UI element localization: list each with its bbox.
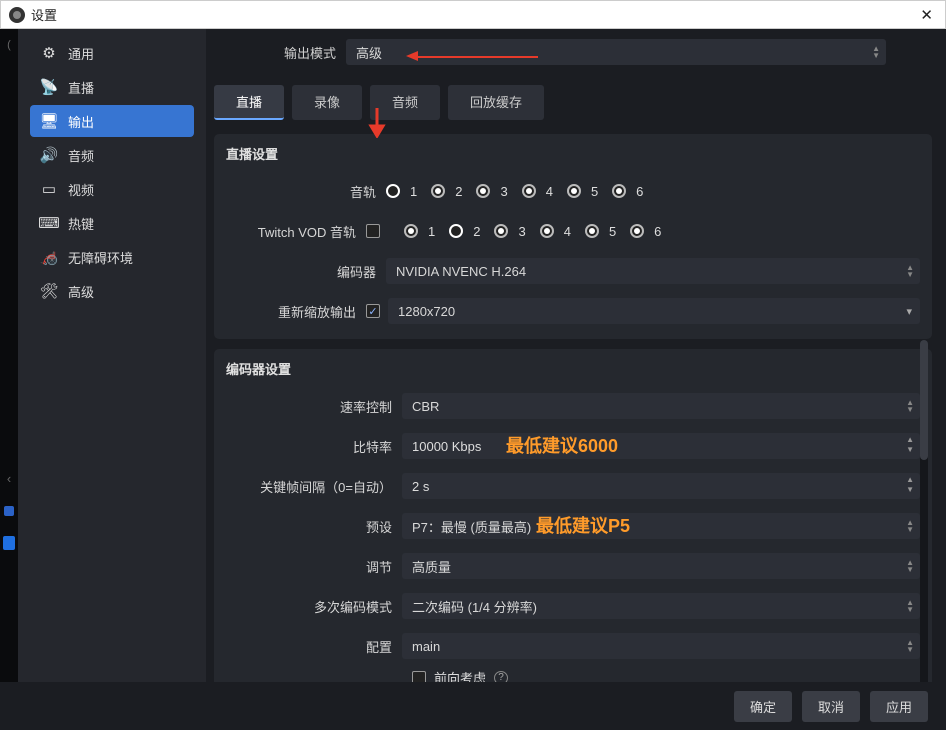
sidebar-item-label: 输出 <box>68 112 94 131</box>
tuning-label: 调节 <box>226 557 402 576</box>
vod-track-label: Twitch VOD 音轨 <box>226 222 366 241</box>
tab-replay[interactable]: 回放缓存 <box>448 85 544 120</box>
accessibility-icon: 🦽 <box>40 248 58 266</box>
stream-settings-section: 直播设置 音轨 1 2 3 4 5 6 Twitch VOD 音轨 1 <box>214 134 932 339</box>
output-mode-select[interactable]: 高级 ▲▼ <box>346 39 886 65</box>
lookahead-label: 前向考虑 <box>434 668 486 682</box>
window-title: 设置 <box>31 5 916 24</box>
encoder-settings-section: 编码器设置 速率控制 CBR▲▼ 比特率 10000 Kbps▲▼ 最低建议60… <box>214 349 932 682</box>
keyframe-input[interactable]: 2 s▲▼ <box>402 473 920 499</box>
preset-select[interactable]: P7：最慢 (质量最高)▲▼ <box>402 513 920 539</box>
ok-button[interactable]: 确定 <box>734 691 792 722</box>
sidebar-item-label: 热键 <box>68 214 94 233</box>
encoder-label: 编码器 <box>226 262 386 281</box>
track-radio-5[interactable] <box>567 184 581 198</box>
rate-control-select[interactable]: CBR▲▼ <box>402 393 920 419</box>
obs-app-icon <box>9 7 25 23</box>
vod-radio-3[interactable] <box>494 224 508 238</box>
audio-track-label: 音轨 <box>226 182 386 201</box>
rescale-label: 重新缩放输出 <box>226 302 366 321</box>
lookahead-checkbox[interactable] <box>412 671 426 683</box>
audio-track-group: 1 2 3 4 5 6 <box>386 184 920 199</box>
speaker-icon: 🔊 <box>40 146 58 164</box>
spin-icon: ▲▼ <box>906 258 914 284</box>
tools-icon: 🛠 <box>40 282 58 300</box>
tab-record[interactable]: 录像 <box>292 85 362 120</box>
dialog-footer: 确定 取消 应用 <box>0 682 946 730</box>
antenna-icon: 📡 <box>40 78 58 96</box>
profile-label: 配置 <box>226 637 402 656</box>
output-tabs: 直播 录像 音频 回放缓存 <box>214 85 932 120</box>
scrollbar-track[interactable] <box>920 340 928 682</box>
close-icon[interactable]: ✕ <box>916 6 937 24</box>
sidebar-item-audio[interactable]: 🔊 音频 <box>30 139 194 171</box>
multipass-select[interactable]: 二次编码 (1/4 分辨率)▲▼ <box>402 593 920 619</box>
encoder-select[interactable]: NVIDIA NVENC H.264 ▲▼ <box>386 258 920 284</box>
left-gutter: ( ‹ <box>0 29 18 682</box>
apply-button[interactable]: 应用 <box>870 691 928 722</box>
chevron-down-icon: ▾ <box>906 305 912 318</box>
sidebar-item-video[interactable]: ▭ 视频 <box>30 173 194 205</box>
vod-radio-6[interactable] <box>630 224 644 238</box>
keyboard-icon: ⌨ <box>40 214 58 232</box>
track-radio-3[interactable] <box>476 184 490 198</box>
track-radio-2[interactable] <box>431 184 445 198</box>
bitrate-input[interactable]: 10000 Kbps▲▼ <box>402 433 920 459</box>
vod-radio-4[interactable] <box>540 224 554 238</box>
sidebar-item-accessibility[interactable]: 🦽 无障碍环境 <box>30 241 194 273</box>
spin-icon: ▲▼ <box>872 39 880 65</box>
monitor-icon: 🖥 <box>40 112 58 130</box>
sidebar-item-output[interactable]: 🖥 输出 <box>30 105 194 137</box>
help-icon[interactable]: ? <box>494 671 508 683</box>
track-radio-6[interactable] <box>612 184 626 198</box>
bitrate-note: 最低建议6000 <box>506 432 618 458</box>
content-panel: 输出模式 高级 ▲▼ 直播 录像 音频 回放缓存 直播设置 音轨 1 <box>206 29 946 682</box>
output-mode-label: 输出模式 <box>214 43 346 62</box>
stream-settings-title: 直播设置 <box>226 144 920 163</box>
sidebar-item-label: 直播 <box>68 78 94 97</box>
bitrate-label: 比特率 <box>226 437 402 456</box>
cancel-button[interactable]: 取消 <box>802 691 860 722</box>
window-titlebar: 设置 ✕ <box>0 0 946 29</box>
sidebar-item-advanced[interactable]: 🛠 高级 <box>30 275 194 307</box>
multipass-label: 多次编码模式 <box>226 597 402 616</box>
track-radio-1[interactable] <box>386 184 400 198</box>
scrollbar-thumb[interactable] <box>920 340 928 460</box>
profile-select[interactable]: main▲▼ <box>402 633 920 659</box>
sidebar-item-hotkeys[interactable]: ⌨ 热键 <box>30 207 194 239</box>
rescale-select[interactable]: 1280x720 ▾ <box>388 298 920 324</box>
sidebar-item-general[interactable]: ⚙ 通用 <box>30 37 194 69</box>
sidebar-item-label: 高级 <box>68 282 94 301</box>
sidebar-item-stream[interactable]: 📡 直播 <box>30 71 194 103</box>
sidebar-item-label: 无障碍环境 <box>68 248 133 267</box>
vod-radio-1[interactable] <box>404 224 418 238</box>
tab-stream[interactable]: 直播 <box>214 85 284 120</box>
gear-icon: ⚙ <box>40 44 58 62</box>
preset-note: 最低建议P5 <box>536 512 630 538</box>
encoder-settings-title: 编码器设置 <box>226 359 920 378</box>
keyframe-label: 关键帧间隔（0=自动） <box>226 477 402 496</box>
sidebar-item-label: 音频 <box>68 146 94 165</box>
sidebar-item-label: 通用 <box>68 44 94 63</box>
preset-label: 预设 <box>226 517 402 536</box>
vod-radio-5[interactable] <box>585 224 599 238</box>
sidebar-item-label: 视频 <box>68 180 94 199</box>
rescale-checkbox[interactable] <box>366 304 380 318</box>
tab-audio[interactable]: 音频 <box>370 85 440 120</box>
rate-control-label: 速率控制 <box>226 397 402 416</box>
vod-radio-2[interactable] <box>449 224 463 238</box>
track-radio-4[interactable] <box>522 184 536 198</box>
annotation-arrow-head <box>406 51 418 61</box>
display-icon: ▭ <box>40 180 58 198</box>
settings-sidebar: ⚙ 通用 📡 直播 🖥 输出 🔊 音频 ▭ 视频 ⌨ 热键 🦽 无障碍环境 🛠 <box>18 29 206 682</box>
vod-enable-checkbox[interactable] <box>366 224 380 238</box>
tuning-select[interactable]: 高质量▲▼ <box>402 553 920 579</box>
